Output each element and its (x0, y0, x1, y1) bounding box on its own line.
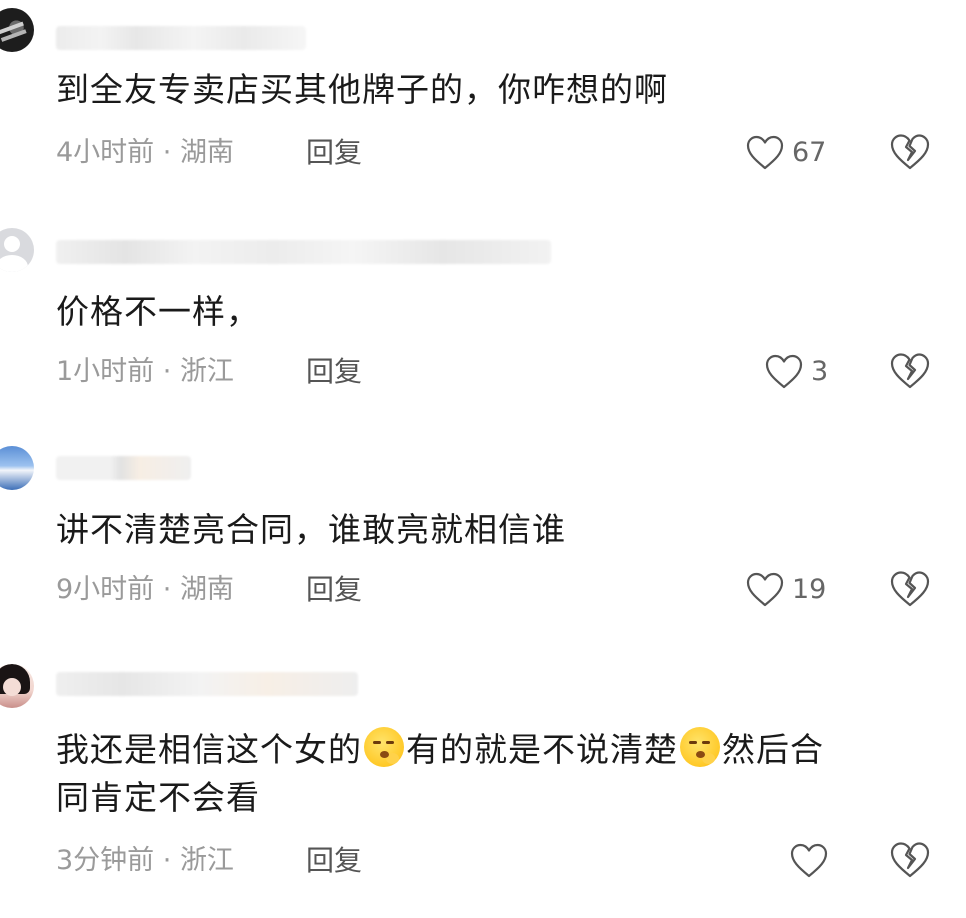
comment-text: 到全友专卖店买其他牌子的，你咋想的啊 (56, 70, 668, 109)
broken-heart-icon (890, 353, 930, 389)
user-avatar[interactable] (0, 446, 34, 490)
like-button[interactable]: 3 (765, 352, 828, 392)
heart-outline-icon (765, 354, 803, 389)
heart-outline-icon (746, 572, 784, 607)
comment-text-part: 有的就是不说清楚 (406, 730, 678, 769)
meta-separator: · (154, 137, 180, 168)
broken-heart-icon (890, 571, 930, 607)
user-avatar[interactable] (0, 8, 34, 52)
dislike-button[interactable] (890, 570, 932, 610)
user-avatar[interactable] (0, 228, 34, 272)
comment-text-part: 然后合 (722, 730, 824, 769)
comment-meta: 1小时前 · 浙江 (56, 352, 234, 392)
comment-location: 浙江 (179, 356, 234, 387)
meta-separator: · (154, 845, 180, 876)
username-redacted (56, 26, 306, 50)
reply-button[interactable]: 回复 (306, 133, 362, 173)
reply-button[interactable]: 回复 (306, 570, 362, 610)
like-button[interactable] (790, 841, 828, 881)
comment-text: 价格不一样， (56, 292, 260, 331)
username-redacted (56, 240, 551, 264)
dislike-button[interactable] (890, 133, 932, 173)
user-avatar[interactable] (0, 664, 34, 708)
comment-location: 湖南 (179, 137, 234, 168)
comment-time: 3分钟前 (56, 845, 155, 876)
heart-outline-icon (746, 135, 784, 170)
heart-outline-icon (790, 843, 828, 878)
comment-meta: 3分钟前 · 浙江 (56, 841, 234, 881)
like-count: 67 (792, 137, 827, 168)
shushing-face-emoji (680, 727, 720, 767)
like-count: 19 (792, 574, 827, 605)
comment-meta: 4小时前 · 湖南 (56, 133, 234, 173)
comment-text: 我还是相信这个女的 有的就是不说清楚 然后合同肯定不会看 (56, 726, 926, 822)
comment-text-part: 我还是相信这个女的 (56, 730, 362, 769)
comment-time: 9小时前 (56, 574, 155, 605)
dislike-button[interactable] (890, 352, 932, 392)
comment-meta: 9小时前 · 湖南 (56, 570, 234, 610)
dislike-button[interactable] (890, 841, 932, 881)
like-button[interactable]: 67 (746, 133, 826, 173)
comment-text: 讲不清楚亮合同，谁敢亮就相信谁 (56, 510, 566, 549)
reply-button[interactable]: 回复 (306, 841, 362, 881)
like-button[interactable]: 19 (746, 570, 826, 610)
comment-time: 1小时前 (56, 356, 155, 387)
reply-button[interactable]: 回复 (306, 352, 362, 392)
username-redacted (56, 672, 358, 696)
comment-location: 湖南 (179, 574, 234, 605)
comment-time: 4小时前 (56, 137, 155, 168)
comment-text-part: 同肯定不会看 (56, 778, 260, 817)
broken-heart-icon (890, 134, 930, 170)
shushing-face-emoji (364, 727, 404, 767)
comment-location: 浙江 (179, 845, 234, 876)
meta-separator: · (154, 356, 180, 387)
meta-separator: · (154, 574, 180, 605)
like-count: 3 (811, 356, 829, 387)
broken-heart-icon (890, 842, 930, 878)
username-redacted (56, 456, 191, 480)
comment-feed: 到全友专卖店买其他牌子的，你咋想的啊 4小时前 · 湖南 回复 67 价格不一样… (0, 0, 966, 918)
